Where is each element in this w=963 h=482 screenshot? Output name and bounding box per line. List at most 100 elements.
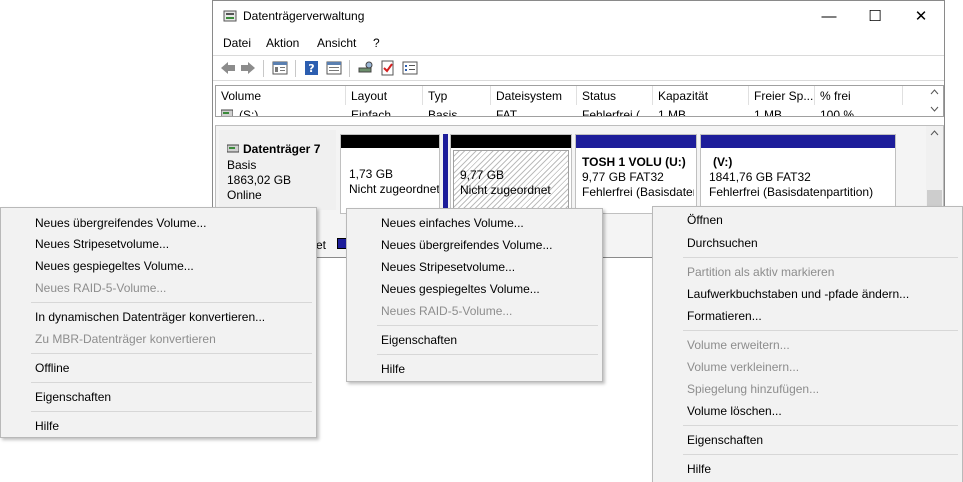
menu-item-new-striped-volume[interactable]: Neues Stripesetvolume... (381, 260, 515, 274)
cell-volume: (S:) (239, 108, 259, 117)
partition-body-selected: 9,77 GB Nicht zugeordnet (453, 150, 569, 212)
menu-item-change-drive-letter[interactable]: Laufwerkbuchstaben und -pfade ändern... (687, 287, 909, 301)
disk-management-icon (223, 10, 237, 22)
checklist-icon[interactable] (379, 60, 397, 76)
menu-item-open[interactable]: Öffnen (687, 213, 723, 227)
menu-item-properties[interactable]: Eigenschaften (381, 333, 457, 347)
toolbar-separator (349, 60, 350, 77)
menu-help[interactable]: ? (373, 36, 380, 50)
menu-item-shrink-volume: Volume verkleinern... (687, 360, 800, 374)
column-header-layout[interactable]: Layout (346, 86, 423, 105)
menu-aktion[interactable]: Aktion (266, 36, 299, 50)
legend-text: et (316, 238, 327, 252)
menu-datei[interactable]: Datei (223, 36, 251, 50)
toolbar-separator (263, 60, 264, 77)
partition-unallocated-2[interactable]: 9,77 GB Nicht zugeordnet (450, 134, 572, 214)
menu-item-new-spanned-volume[interactable]: Neues übergreifendes Volume... (35, 216, 206, 230)
partition-bar (451, 135, 571, 148)
partition-unallocated-1[interactable]: 1,73 GB Nicht zugeordnet (340, 134, 440, 214)
properties-view-icon[interactable] (325, 60, 343, 76)
menu-ansicht[interactable]: Ansicht (317, 36, 356, 50)
help-icon[interactable]: ? (303, 60, 321, 76)
cell-freier-speicher: 1 MB (754, 108, 783, 117)
partition-size: 1841,76 GB FAT32 (709, 170, 811, 184)
menu-item-new-spanned-volume[interactable]: Neues übergreifendes Volume... (381, 238, 552, 252)
chevron-up-icon[interactable] (930, 89, 939, 95)
partition-label: (V:) (713, 155, 733, 169)
column-header-typ[interactable]: Typ (423, 86, 491, 105)
menu-item-offline[interactable]: Offline (35, 361, 69, 375)
disk-size: 1863,02 GB (227, 173, 292, 187)
disk-type: Basis (227, 158, 257, 172)
partition-body: 1,73 GB Nicht zugeordnet (343, 150, 439, 212)
disk-icon (227, 144, 239, 153)
forward-arrow-icon[interactable] (239, 60, 257, 76)
cell-prozent-frei: 100 % (820, 108, 855, 117)
menu-item-convert-dynamic[interactable]: In dynamischen Datenträger konvertieren.… (35, 310, 265, 324)
menu-item-mark-active: Partition als aktiv markieren (687, 265, 835, 279)
connect-icon[interactable] (357, 60, 375, 76)
chevron-down-icon[interactable] (930, 106, 939, 112)
disk-state: Online (227, 188, 262, 202)
column-header-status[interactable]: Status (577, 86, 653, 105)
close-button[interactable]: ✕ (898, 5, 944, 27)
column-header-prozent-frei[interactable]: % frei (815, 86, 903, 105)
menu-item-new-simple-volume[interactable]: Neues einfaches Volume... (381, 216, 524, 230)
volume-list-scrollbar[interactable] (926, 86, 943, 116)
partition-label: TOSH 1 VOLU (U:) (582, 155, 686, 169)
menu-item-new-raid5-volume: Neues RAID-5-Volume... (381, 304, 513, 318)
partition-volume-u[interactable]: TOSH 1 VOLU (U:) 9,77 GB FAT32 Fehlerfre… (575, 134, 697, 214)
maximize-button[interactable]: ☐ (852, 5, 898, 27)
column-header-volume[interactable]: Volume (216, 86, 346, 105)
partition-status: Nicht zugeordnet (349, 182, 439, 196)
chevron-up-icon[interactable] (930, 130, 939, 136)
minimize-button[interactable]: — (806, 5, 852, 27)
column-header-dateisystem[interactable]: Dateisystem (491, 86, 577, 105)
menu-bar: Datei Aktion Ansicht ? (213, 32, 944, 53)
back-arrow-icon[interactable] (219, 60, 237, 76)
menu-item-help[interactable]: Hilfe (381, 362, 405, 376)
menu-item-format[interactable]: Formatieren... (687, 309, 762, 323)
partition-sliver (443, 134, 448, 214)
menu-separator (31, 382, 312, 383)
cell-typ: Basis (428, 108, 458, 117)
menu-item-help[interactable]: Hilfe (35, 419, 59, 433)
settings-list-icon[interactable] (401, 60, 419, 76)
menu-item-new-mirrored-volume[interactable]: Neues gespiegeltes Volume... (381, 282, 540, 296)
context-menu-disk: Neues übergreifendes Volume... Neues Str… (0, 207, 317, 438)
volume-list: Volume Layout Typ Dateisystem Status Kap… (215, 85, 944, 117)
partition-volume-v[interactable]: (V:) 1841,76 GB FAT32 Fehlerfrei (Basisd… (700, 134, 896, 214)
cell-layout: Einfach (351, 108, 392, 117)
partition-bar (701, 135, 895, 148)
drive-icon (221, 109, 233, 116)
disk-name: Datenträger 7 (243, 142, 321, 156)
menu-item-add-mirror: Spiegelung hinzufügen... (687, 382, 820, 396)
disk-info-panel[interactable]: Datenträger 7 Basis 1863,02 GB Online (219, 130, 336, 210)
menu-item-explore[interactable]: Durchsuchen (687, 236, 758, 250)
menu-item-delete-volume[interactable]: Volume löschen... (687, 404, 782, 418)
context-menu-unallocated: Neues einfaches Volume... Neues übergrei… (346, 208, 603, 382)
column-header-freier-speicher[interactable]: Freier Sp... (749, 86, 815, 105)
partition-bar (341, 135, 439, 148)
menu-item-new-mirrored-volume[interactable]: Neues gespiegeltes Volume... (35, 259, 194, 273)
cell-dateisystem: FAT (496, 108, 518, 117)
partition-size: 9,77 GB (460, 168, 505, 182)
menu-item-properties[interactable]: Eigenschaften (687, 433, 763, 447)
partition-status: Fehlerfrei (Basisdatenpartition) (709, 185, 874, 199)
partition-size: 9,77 GB FAT32 (582, 170, 664, 184)
title-bar: Datenträgerverwaltung — ☐ ✕ (213, 1, 944, 32)
window-title: Datenträgerverwaltung (243, 9, 365, 23)
menu-item-extend-volume: Volume erweitern... (687, 338, 790, 352)
menu-separator (31, 353, 312, 354)
partition-status: Nicht zugeordnet (460, 183, 551, 197)
menu-item-new-raid5-volume: Neues RAID-5-Volume... (35, 281, 167, 295)
menu-item-help[interactable]: Hilfe (687, 462, 711, 476)
menu-item-properties[interactable]: Eigenschaften (35, 390, 111, 404)
column-header-kapazitaet[interactable]: Kapazität (653, 86, 749, 105)
toolbar-separator (295, 60, 296, 77)
menu-separator (683, 257, 958, 258)
menu-separator (377, 354, 598, 355)
menu-item-new-striped-volume[interactable]: Neues Stripesetvolume... (35, 237, 169, 251)
menu-separator (31, 302, 312, 303)
console-tree-icon[interactable] (271, 60, 289, 76)
